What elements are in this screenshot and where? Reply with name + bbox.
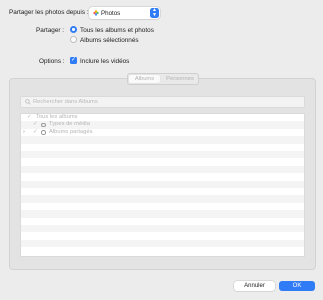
checkmark-icon: ✓ <box>33 121 38 128</box>
list-row-empty <box>21 173 304 180</box>
list-item-label: Tous les albums <box>36 114 78 120</box>
list-row-empty <box>21 151 304 159</box>
radio-selected-albums-label[interactable]: Albums sélectionnés <box>80 37 139 44</box>
tab-personnes[interactable]: Personnes <box>163 75 197 83</box>
search-placeholder: Rechercher dans Albums <box>33 99 98 105</box>
list-row-empty <box>21 165 304 174</box>
radio-all-albums-label[interactable]: Tous les albums et photos <box>80 27 154 34</box>
list-item-label: Albums partagés <box>49 128 93 135</box>
checkmark-icon: ✓ <box>33 128 38 135</box>
list-row-empty <box>21 158 304 165</box>
list-row-empty <box>21 136 304 144</box>
gear-icon <box>41 130 46 135</box>
list-row-empty <box>21 218 304 225</box>
disclosure-chevron-icon[interactable]: › <box>23 129 25 136</box>
search-field[interactable]: Rechercher dans Albums <box>20 96 305 108</box>
tab-albums[interactable]: Albums <box>129 75 160 83</box>
list-row-empty <box>21 180 304 188</box>
list-item[interactable]: ✓ Types de média <box>21 121 304 129</box>
list-row-empty <box>21 144 304 151</box>
list-row-empty <box>21 188 304 195</box>
list-row-empty <box>21 239 304 248</box>
source-popup-value: Photos <box>101 9 121 17</box>
list-row-empty <box>21 247 304 254</box>
list-row-empty <box>21 203 304 210</box>
options-label: Options : <box>39 58 65 65</box>
include-videos-label[interactable]: Inclure les vidéos <box>80 58 129 65</box>
list-row-empty <box>21 210 304 218</box>
share-label: Partager : <box>36 27 65 34</box>
checkmark-icon: ✓ <box>27 114 32 120</box>
list-row-empty <box>21 232 304 239</box>
list-row-empty <box>21 195 304 203</box>
list-item-label: Types de média <box>49 121 90 128</box>
radio-selected-albums[interactable] <box>70 36 77 43</box>
list-row-empty <box>21 225 304 233</box>
albums-list[interactable]: ✓ Tous les albums ✓ Types de média › ✓ A… <box>20 113 305 257</box>
search-icon <box>25 99 31 105</box>
cancel-button[interactable]: Annuler <box>234 281 275 291</box>
chevron-updown-icon: ▲ ▼ <box>150 8 159 18</box>
include-videos-checkbox[interactable]: ✓ <box>70 57 77 64</box>
radio-all-albums[interactable] <box>70 26 77 33</box>
list-item[interactable]: ✓ Tous les albums <box>21 114 304 121</box>
list-item[interactable]: › ✓ Albums partagés <box>21 129 304 136</box>
gear-icon <box>41 122 46 128</box>
tab-segmented-control[interactable]: Albums Personnes <box>127 73 199 85</box>
ok-button[interactable]: OK <box>279 281 315 291</box>
photos-app-icon <box>93 10 99 16</box>
source-popup[interactable]: Photos ▲ ▼ <box>89 7 160 19</box>
share-from-label: Partager les photos depuis : <box>9 9 89 16</box>
